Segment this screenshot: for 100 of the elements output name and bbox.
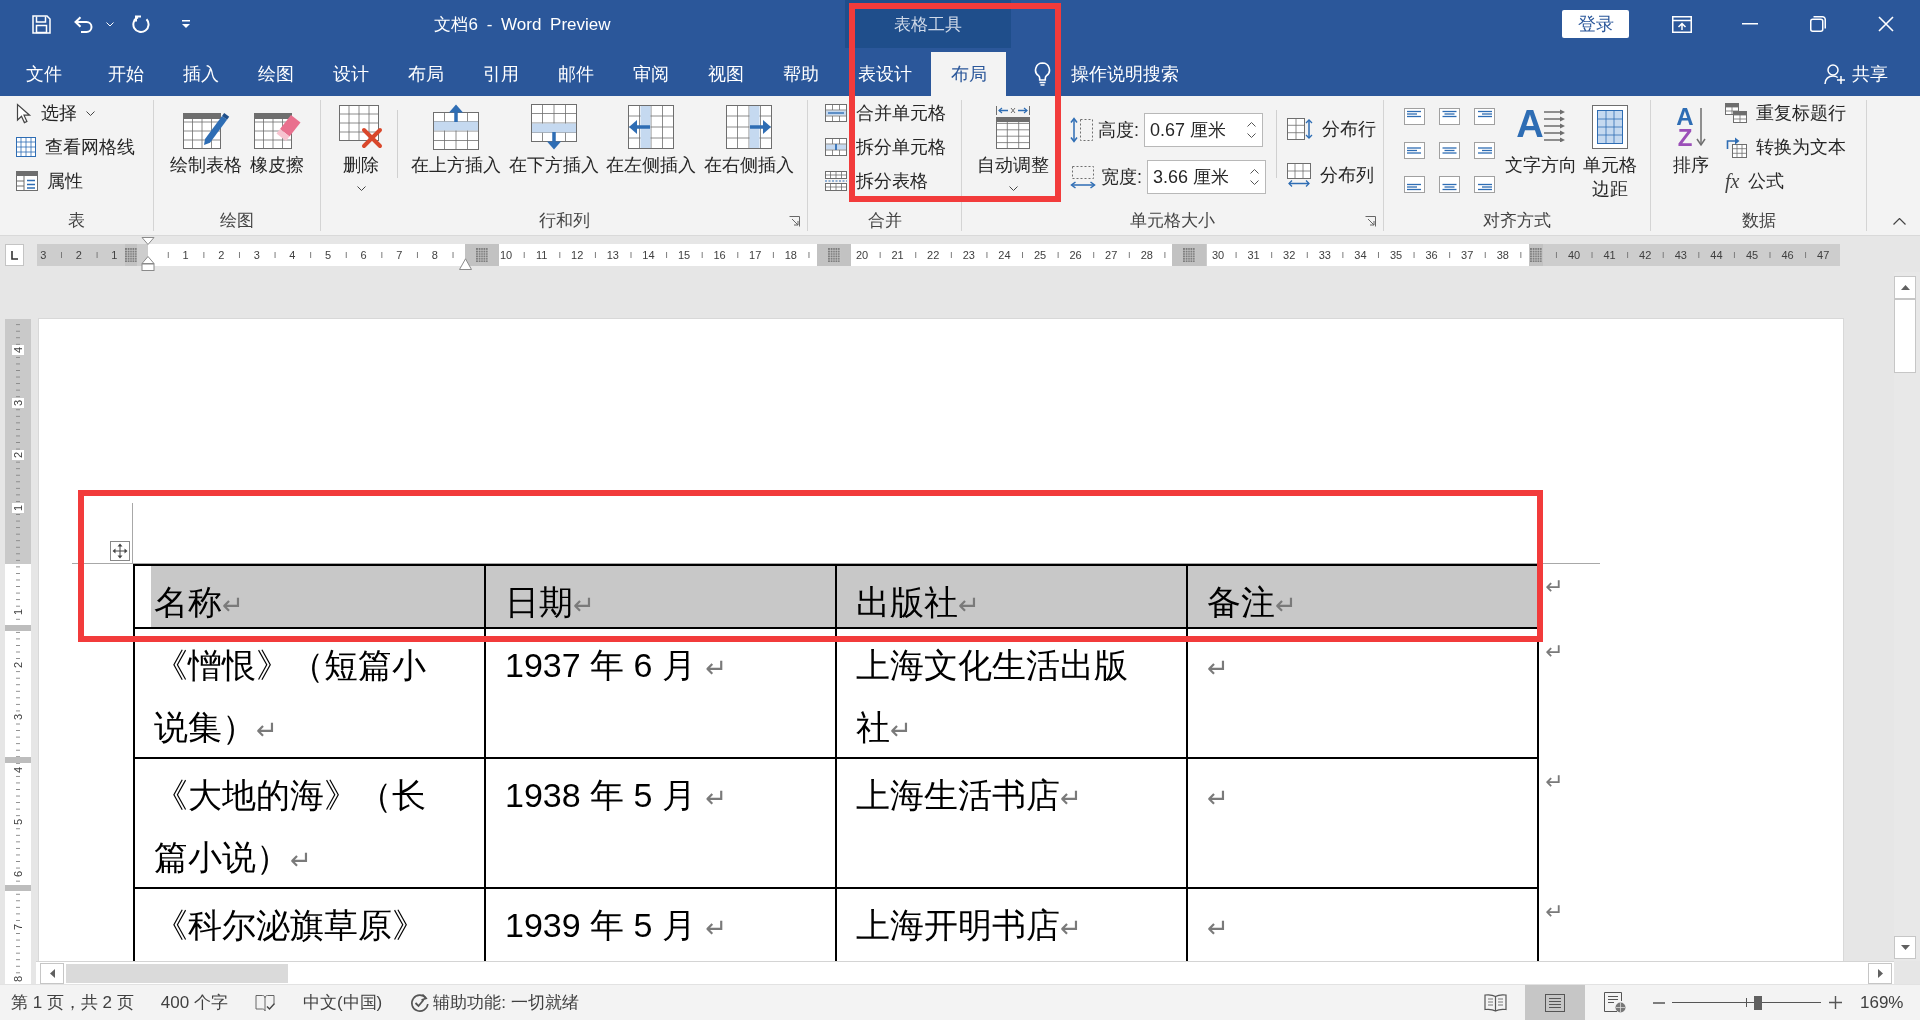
collapse-ribbon-icon[interactable] bbox=[1893, 218, 1906, 225]
ribbon-button[interactable]: 橡皮擦 bbox=[250, 96, 304, 177]
chevron-up-icon[interactable] bbox=[1247, 122, 1256, 127]
ribbon-button[interactable]: 在上方插入 bbox=[411, 96, 501, 177]
indent-marker-icon[interactable] bbox=[141, 237, 155, 271]
plus-icon[interactable] bbox=[1829, 996, 1842, 1009]
scrollbar-thumb[interactable] bbox=[66, 963, 288, 983]
spin-field[interactable]: 3.66 厘米 bbox=[1147, 160, 1266, 194]
ribbon-button[interactable]: 拆分表格 bbox=[825, 164, 946, 198]
ribbon-button[interactable]: 在左侧插入 bbox=[606, 96, 696, 177]
cell-text: 备注↵ bbox=[1207, 583, 1297, 621]
ribbon-button[interactable]: 在右侧插入 bbox=[703, 96, 794, 177]
ruler-number: 32 bbox=[1282, 248, 1297, 262]
scroll-button[interactable] bbox=[1894, 276, 1916, 299]
ribbon-button[interactable]: 转换为文本 bbox=[1725, 130, 1846, 164]
tab-stop-icon[interactable] bbox=[5, 244, 24, 266]
ribbon-tab[interactable]: 文件 bbox=[0, 52, 88, 96]
cell-text: 1939 年 5 月 ↵ bbox=[505, 906, 728, 944]
table-list-icon bbox=[16, 171, 38, 191]
ruler-number: 3 bbox=[12, 712, 24, 723]
column-marker[interactable] bbox=[465, 244, 499, 266]
ribbon-button[interactable]: fx 公式 bbox=[1725, 164, 1846, 198]
ribbon-tab[interactable]: 邮件 bbox=[538, 52, 613, 96]
ruler-number: 20 bbox=[854, 248, 870, 262]
column-marker[interactable] bbox=[1529, 244, 1543, 266]
ribbon-tab[interactable]: 插入 bbox=[163, 52, 238, 96]
cell-text: 《科尔泌旗草原》 bbox=[154, 906, 426, 944]
ribbon-button[interactable]: 分布行 bbox=[1287, 112, 1376, 146]
chevron-up-icon[interactable] bbox=[1250, 169, 1259, 174]
status-item[interactable]: 400 个字 bbox=[160, 991, 228, 1014]
table-arrow-down-icon bbox=[530, 104, 577, 150]
scroll-button[interactable] bbox=[1894, 936, 1916, 959]
indent-triangle-icon[interactable] bbox=[459, 258, 472, 270]
ribbon-tab[interactable]: 帮助 bbox=[763, 52, 838, 96]
ribbon-button[interactable]: 在下方插入 bbox=[508, 96, 599, 177]
share-button[interactable]: 共享 bbox=[1824, 52, 1888, 96]
customize-caret-icon[interactable] bbox=[181, 20, 191, 28]
ribbon-tab[interactable]: 布局 bbox=[388, 52, 463, 96]
minimize-icon bbox=[1742, 23, 1758, 25]
tell-me-search[interactable]: 操作说明搜索 bbox=[1034, 52, 1179, 96]
ruler-number: 4 bbox=[12, 345, 24, 356]
ribbon-tab[interactable]: 引用 bbox=[463, 52, 538, 96]
status-item[interactable]: 中文(中国) bbox=[302, 991, 383, 1014]
ribbon-button[interactable]: 分布列 bbox=[1287, 158, 1376, 192]
ribbon-button[interactable]: 合并单元格 bbox=[825, 96, 946, 130]
dialog-launcher-icon[interactable] bbox=[1365, 215, 1376, 227]
ribbon-button[interactable]: 删除 bbox=[339, 96, 383, 191]
scrollbar-thumb[interactable] bbox=[1894, 299, 1916, 373]
paragraph-mark: ↵ bbox=[1207, 913, 1229, 943]
framed-grid-icon bbox=[1592, 105, 1628, 149]
book-check-icon[interactable] bbox=[254, 993, 276, 1012]
arrow-down-icon bbox=[1900, 945, 1910, 950]
ribbon-button[interactable]: A Z 排序 bbox=[1673, 96, 1709, 177]
ruler-number: 21 bbox=[890, 248, 905, 262]
row-marker[interactable] bbox=[5, 757, 31, 763]
ribbon-button[interactable]: 查看网格线 bbox=[16, 130, 135, 164]
ribbon-button[interactable]: 绘制表格 bbox=[170, 96, 242, 177]
ribbon-button[interactable]: 拆分单元格 bbox=[825, 130, 946, 164]
chevron-down-icon[interactable] bbox=[1247, 133, 1256, 138]
column-marker[interactable] bbox=[1172, 244, 1206, 266]
zoom-percent[interactable]: 169% bbox=[1860, 992, 1909, 1013]
chevron-down-icon[interactable] bbox=[1250, 180, 1259, 185]
ribbon-tab[interactable]: 表设计 bbox=[838, 52, 931, 96]
dialog-launcher-icon[interactable] bbox=[789, 215, 800, 227]
view-button[interactable] bbox=[1525, 985, 1585, 1020]
save-icon[interactable] bbox=[32, 14, 51, 34]
ruler-number: 43 bbox=[1673, 248, 1688, 262]
ribbon-tab[interactable]: 开始 bbox=[88, 52, 163, 96]
ribbon-tab[interactable]: 绘图 bbox=[238, 52, 313, 96]
row-marker[interactable] bbox=[5, 885, 31, 891]
table-arrow-icon bbox=[1725, 136, 1747, 158]
ribbon-button[interactable]: 选择 bbox=[16, 96, 135, 130]
ribbon-tab[interactable]: 视图 bbox=[688, 52, 763, 96]
ribbon-button[interactable]: 自动调整 bbox=[977, 96, 1049, 191]
accessibility-status[interactable]: 辅助功能: 一切就绪 bbox=[409, 991, 579, 1014]
ribbon-tab[interactable]: 布局 bbox=[931, 52, 1006, 96]
caret-icon[interactable] bbox=[106, 21, 114, 27]
ruler-number: 3 bbox=[252, 248, 261, 262]
ribbon-button[interactable]: 重复标题行 bbox=[1725, 96, 1846, 130]
ribbon-button[interactable]: A 文字方向 bbox=[1505, 96, 1577, 177]
cell-text: 名称↵ bbox=[154, 583, 244, 621]
scroll-button[interactable] bbox=[1868, 962, 1892, 984]
ribbon-button[interactable]: 属性 bbox=[16, 164, 135, 198]
column-marker[interactable] bbox=[125, 244, 137, 266]
redo-icon[interactable] bbox=[132, 14, 151, 34]
ribbon-button[interactable]: 单元格 边距 bbox=[1583, 96, 1637, 201]
ribbon-tab[interactable]: 设计 bbox=[313, 52, 388, 96]
spin-field[interactable]: 0.67 厘米 bbox=[1144, 113, 1263, 147]
ribbon-tab[interactable]: 审阅 bbox=[613, 52, 688, 96]
sign-in-button[interactable]: 登录 bbox=[1562, 10, 1629, 38]
slider-thumb[interactable] bbox=[1754, 995, 1763, 1010]
move-handle-icon[interactable] bbox=[110, 541, 130, 561]
scroll-button[interactable] bbox=[40, 962, 64, 984]
status-item[interactable]: 第 1 页，共 2 页 bbox=[11, 991, 134, 1014]
row-marker[interactable] bbox=[5, 625, 31, 631]
undo-icon[interactable] bbox=[73, 15, 95, 33]
column-marker[interactable] bbox=[817, 244, 851, 266]
ruler-number: 3 bbox=[39, 248, 48, 262]
ruler-number: 26 bbox=[1068, 248, 1083, 262]
minus-icon[interactable] bbox=[1653, 1001, 1665, 1004]
